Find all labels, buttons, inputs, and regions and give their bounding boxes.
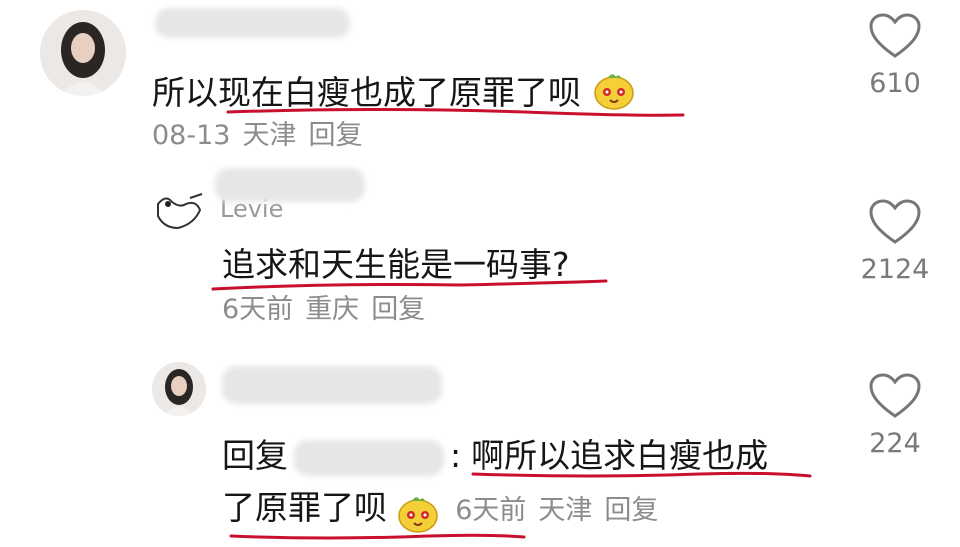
reply-button[interactable]: 回复 [308,120,362,151]
reply-button[interactable]: 回复 [604,495,658,526]
comment-location: 重庆 [305,294,360,325]
comment-date: 6天前 [222,294,294,325]
like-count: 224 [869,428,921,459]
like-count: 610 [869,68,921,99]
like-button[interactable]: 2124 [850,198,940,285]
comment-location: 天津 [242,120,297,151]
heart-outline-icon [869,199,921,244]
comment-meta: 6天前 重庆 回复 [222,294,437,326]
avatar-image [152,362,206,416]
underline-mark [229,533,526,540]
avatar-image [150,190,208,235]
author-name-redacted [215,168,365,202]
reply-separator: : [450,436,462,475]
avatar[interactable] [40,10,126,96]
reply-button[interactable]: 回复 [371,294,425,325]
author-name-redacted[interactable] [222,366,442,404]
comment-meta: 6天前 天津 回复 [455,495,670,526]
underline-mark [471,471,812,478]
comment-date: 6天前 [455,495,527,526]
reply-target-redacted[interactable] [294,439,444,476]
avatar[interactable] [152,362,206,416]
comment-location: 天津 [538,495,593,526]
heart-outline-icon [869,13,921,58]
like-button[interactable]: 224 [850,372,940,459]
avatar-image [40,10,126,96]
underline-mark [226,108,685,117]
like-count: 2124 [860,254,930,285]
reply-prefix: 回复 [222,436,288,475]
comment-date: 08-13 [152,120,231,151]
like-button[interactable]: 610 [850,12,940,99]
author-name-redacted[interactable] [155,8,350,38]
comment-meta: 08-13 天津 回复 [152,120,374,152]
avatar[interactable] [150,190,208,235]
comment-text-line2: 了原罪了呗 [222,488,387,527]
heart-outline-icon [869,373,921,418]
